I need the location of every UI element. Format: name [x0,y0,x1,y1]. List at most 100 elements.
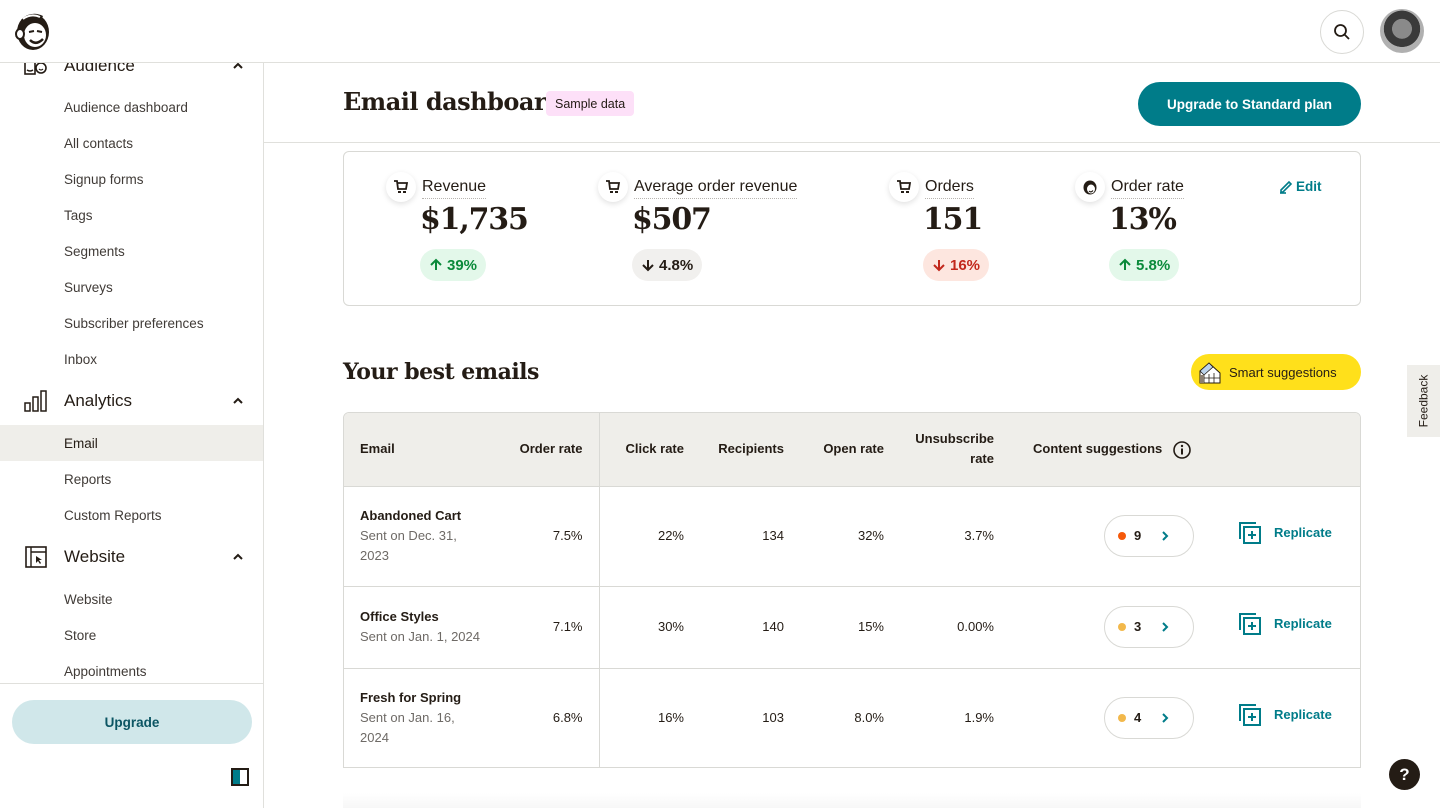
suggestions-button[interactable]: 4 [1104,697,1194,739]
kpi-delta: 16% [923,249,990,281]
arrow-down-icon [642,260,654,272]
recipients-cell: 103 [684,668,784,767]
sidebar-item-custom-reports[interactable]: Custom Reports [0,497,263,533]
email-sent-date: Sent on Jan. 16, 2024 [360,710,455,745]
order-rate-cell: 7.1% [494,586,600,669]
replicate-button[interactable]: Replicate [1238,703,1332,727]
sidebar-item-surveys[interactable]: Surveys [0,269,263,305]
kpi-value: $507 [632,202,712,237]
table-row: Office Styles Sent on Jan. 1, 2024 7.1% … [344,586,1360,669]
recipients-cell: 140 [684,586,784,669]
sidebar-section-website[interactable]: Website [0,537,263,577]
unsubscribe-rate-cell: 3.7% [884,486,994,587]
click-rate-cell: 16% [599,668,684,767]
sidebar-item-segments[interactable]: Segments [0,233,263,269]
kpi-label[interactable]: Orders [925,178,974,199]
mailchimp-logo-icon[interactable] [13,10,53,52]
help-button[interactable]: ? [1389,759,1420,790]
unsubscribe-rate-cell: 1.9% [884,668,994,767]
best-emails-table: Email Order rate Click rate Recipients O… [343,412,1361,768]
sidebar-item-signup-forms[interactable]: Signup forms [0,161,263,197]
sidebar-item-reports[interactable]: Reports [0,461,263,497]
column-header-open-rate[interactable]: Open rate [784,413,884,487]
kpi-delta: 4.8% [632,249,703,281]
search-button[interactable] [1320,10,1364,54]
email-name[interactable]: Abandoned Cart [360,506,494,526]
column-header-click-rate[interactable]: Click rate [599,413,684,487]
arrow-down-icon [933,260,945,272]
email-sent-date: Sent on Jan. 1, 2024 [360,629,480,644]
suggestions-button[interactable]: 3 [1104,606,1194,648]
kpi-delta-value: 16% [950,256,981,274]
chevron-up-icon [233,397,243,404]
suggestions-cell: 4 [994,668,1194,767]
sidebar-section-label: Audience [64,63,135,75]
column-header-content-suggestions: Content suggestions [994,413,1194,487]
sidebar-section-analytics[interactable]: Analytics [0,381,263,421]
feedback-tab[interactable]: Feedback [1407,365,1440,437]
user-avatar[interactable] [1380,9,1424,53]
recipients-cell: 134 [684,486,784,587]
sidebar-item-subscriber-preferences[interactable]: Subscriber preferences [0,305,263,341]
suggestion-status-dot [1118,714,1126,722]
column-header-recipients[interactable]: Recipients [684,413,784,487]
table-row: Fresh for Spring Sent on Jan. 16, 2024 6… [344,668,1360,767]
search-icon [1334,24,1350,40]
cart-icon [386,172,416,202]
cart-icon [889,172,919,202]
pencil-icon [1280,180,1293,194]
replicate-icon [1239,522,1261,544]
click-rate-cell: 22% [599,486,684,587]
sidebar-section-label: Analytics [64,391,133,410]
suggestions-cell: 3 [994,586,1194,669]
suggestion-status-dot [1118,623,1126,631]
sidebar-item-all-contacts[interactable]: All contacts [0,125,263,161]
column-header-email[interactable]: Email [344,413,494,487]
replicate-label: Replicate [1274,707,1332,722]
replicate-label: Replicate [1274,616,1332,631]
smart-suggestions-button[interactable]: Smart suggestions [1191,354,1361,390]
kpi-value: 151 [923,202,983,237]
suggestions-button[interactable]: 9 [1104,515,1194,557]
chevron-right-icon [1159,621,1171,633]
chevron-right-icon [1159,712,1171,724]
sidebar-section-audience[interactable]: Audience [0,63,263,86]
email-name[interactable]: Fresh for Spring [360,688,494,708]
column-header-order-rate[interactable]: Order rate [494,413,600,487]
kpi-delta-value: 4.8% [659,256,694,274]
upgrade-button[interactable]: Upgrade [12,700,252,744]
kpi-delta: 39% [420,249,487,281]
kpi-label[interactable]: Average order revenue [634,178,798,199]
suggestion-count: 3 [1134,619,1142,634]
audience-icon [24,63,47,75]
sidebar-item-audience-dashboard[interactable]: Audience dashboard [0,89,263,125]
collapse-sidebar-icon[interactable] [231,768,249,786]
sidebar-item-email[interactable]: Email [0,425,263,461]
sidebar-item-tags[interactable]: Tags [0,197,263,233]
email-name[interactable]: Office Styles [360,607,494,627]
freddie-icon [1075,172,1105,202]
sidebar-item-website[interactable]: Website [0,581,263,617]
kpi-card: Revenue $1,735 39% Average order revenue… [343,151,1361,306]
arrow-up-icon [430,258,442,270]
info-icon[interactable] [1172,440,1192,460]
cart-icon [598,172,628,202]
upgrade-standard-plan-button[interactable]: Upgrade to Standard plan [1138,82,1361,126]
replicate-button[interactable]: Replicate [1238,521,1332,545]
column-header-unsubscribe-rate[interactable]: Unsubscribe rate [884,413,994,487]
replicate-button[interactable]: Replicate [1238,612,1332,636]
order-rate-cell: 7.5% [494,486,600,587]
content-suggestions-label: Content suggestions [1033,440,1163,456]
top-bar [0,0,1440,63]
table-row: Abandoned Cart Sent on Dec. 31, 2023 7.5… [344,486,1360,587]
click-rate-cell: 30% [599,586,684,669]
kpi-delta-value: 39% [447,256,478,274]
sidebar-item-inbox[interactable]: Inbox [0,341,263,377]
sidebar-footer: Upgrade [0,683,263,808]
edit-kpis-button[interactable]: Edit [1278,178,1322,194]
kpi-label[interactable]: Order rate [1111,178,1184,199]
kpi-label[interactable]: Revenue [422,178,487,199]
open-rate-cell: 15% [784,586,884,669]
sidebar: Audience Audience dashboard All contacts… [0,63,264,808]
sidebar-item-store[interactable]: Store [0,617,263,653]
